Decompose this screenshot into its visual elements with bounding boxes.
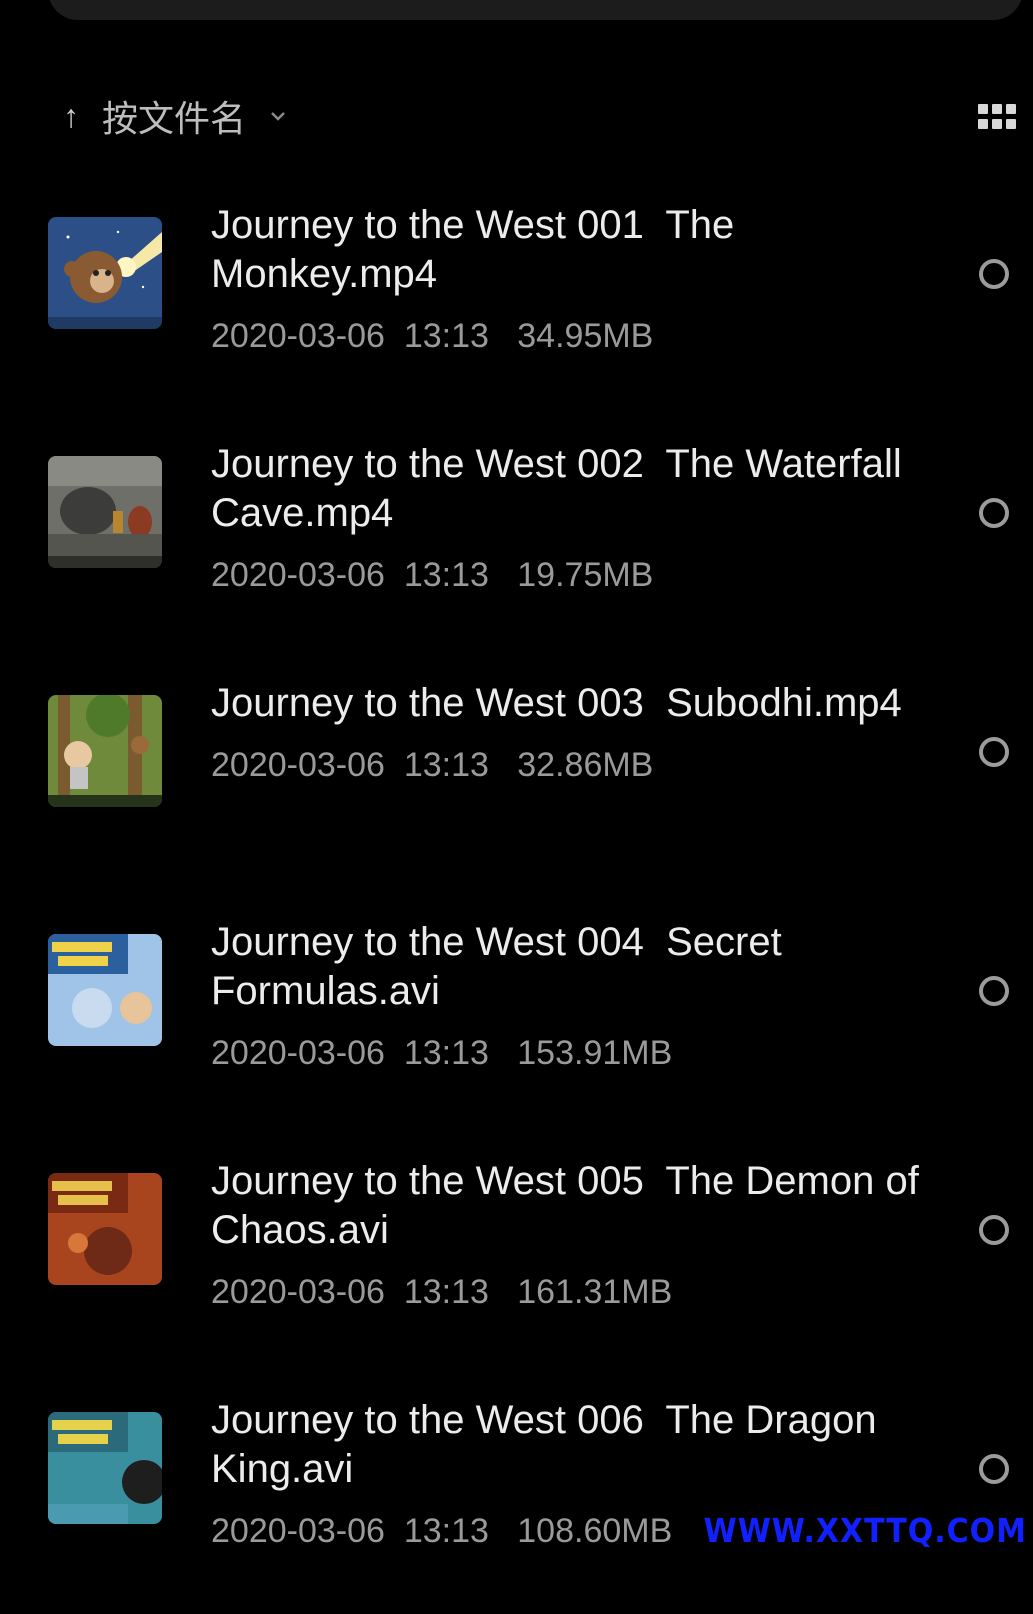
file-size: 34.95MB bbox=[517, 317, 654, 355]
file-date: 2020-03-06 bbox=[211, 1512, 385, 1550]
grid-view-icon[interactable] bbox=[978, 104, 1016, 130]
file-name: Journey to the West 001 The Monkey.mp4 bbox=[211, 203, 746, 296]
file-time: 13:13 bbox=[403, 556, 489, 594]
sort-button[interactable]: ↑ 按文件名 bbox=[58, 90, 288, 142]
monkey-thumbnail bbox=[48, 217, 162, 329]
file-size: 108.60MB bbox=[517, 1512, 673, 1550]
chevron-down-icon bbox=[271, 112, 285, 121]
title-card-sea-thumbnail bbox=[48, 1412, 162, 1524]
file-name: Journey to the West 003 Subodhi.mp4 bbox=[211, 681, 902, 725]
file-row[interactable]: Journey to the West 001 The Monkey.mp4 2… bbox=[0, 180, 1033, 419]
file-meta: 2020-03-06 13:13 32.86MB bbox=[211, 746, 931, 785]
file-meta: 2020-03-06 13:13 161.31MB bbox=[211, 1273, 931, 1312]
file-meta: 2020-03-06 13:13 19.75MB bbox=[211, 556, 931, 595]
file-time: 13:13 bbox=[403, 1512, 489, 1550]
file-date: 2020-03-06 bbox=[211, 746, 385, 784]
file-size: 19.75MB bbox=[517, 556, 654, 594]
search-bar[interactable] bbox=[48, 0, 1023, 20]
file-name: Journey to the West 006 The Dragon King.… bbox=[211, 1398, 888, 1491]
title-card-blue-thumbnail bbox=[48, 934, 162, 1046]
select-checkbox[interactable] bbox=[979, 259, 1009, 289]
file-size: 153.91MB bbox=[517, 1034, 673, 1072]
file-time: 13:13 bbox=[403, 746, 489, 784]
file-size: 161.31MB bbox=[517, 1273, 673, 1311]
sort-toolbar: ↑ 按文件名 bbox=[58, 92, 1018, 140]
file-date: 2020-03-06 bbox=[211, 1034, 385, 1072]
file-time: 13:13 bbox=[403, 1034, 489, 1072]
file-time: 13:13 bbox=[403, 317, 489, 355]
file-date: 2020-03-06 bbox=[211, 556, 385, 594]
select-checkbox[interactable] bbox=[979, 1454, 1009, 1484]
file-row[interactable]: Journey to the West 003 Subodhi.mp4 2020… bbox=[0, 658, 1033, 897]
file-list: Journey to the West 001 The Monkey.mp4 2… bbox=[0, 180, 1033, 1614]
select-checkbox[interactable] bbox=[979, 737, 1009, 767]
select-checkbox[interactable] bbox=[979, 1215, 1009, 1245]
forest-thumbnail bbox=[48, 695, 162, 807]
file-meta: 2020-03-06 13:13 153.91MB bbox=[211, 1034, 931, 1073]
file-date: 2020-03-06 bbox=[211, 317, 385, 355]
file-row[interactable]: Journey to the West 004 Secret Formulas.… bbox=[0, 897, 1033, 1136]
watermark-text: WWW.XXTTQ.COM bbox=[703, 1512, 1027, 1551]
file-name: Journey to the West 005 The Demon of Cha… bbox=[211, 1159, 930, 1252]
sort-direction-arrow-icon[interactable]: ↑ bbox=[58, 98, 84, 135]
file-date: 2020-03-06 bbox=[211, 1273, 385, 1311]
file-size: 32.86MB bbox=[517, 746, 654, 784]
file-row[interactable]: Journey to the West 002 The Waterfall Ca… bbox=[0, 419, 1033, 658]
file-name: Journey to the West 002 The Waterfall Ca… bbox=[211, 442, 913, 535]
sort-label: 按文件名 bbox=[102, 99, 247, 140]
file-row[interactable]: Journey to the West 005 The Demon of Cha… bbox=[0, 1136, 1033, 1375]
file-name: Journey to the West 004 Secret Formulas.… bbox=[211, 920, 793, 1013]
select-checkbox[interactable] bbox=[979, 498, 1009, 528]
select-checkbox[interactable] bbox=[979, 976, 1009, 1006]
file-meta: 2020-03-06 13:13 34.95MB bbox=[211, 317, 931, 356]
file-time: 13:13 bbox=[403, 1273, 489, 1311]
cave-thumbnail bbox=[48, 456, 162, 568]
title-card-red-thumbnail bbox=[48, 1173, 162, 1285]
file-row[interactable]: Journey to the West 006 The Dragon King.… bbox=[0, 1375, 1033, 1614]
